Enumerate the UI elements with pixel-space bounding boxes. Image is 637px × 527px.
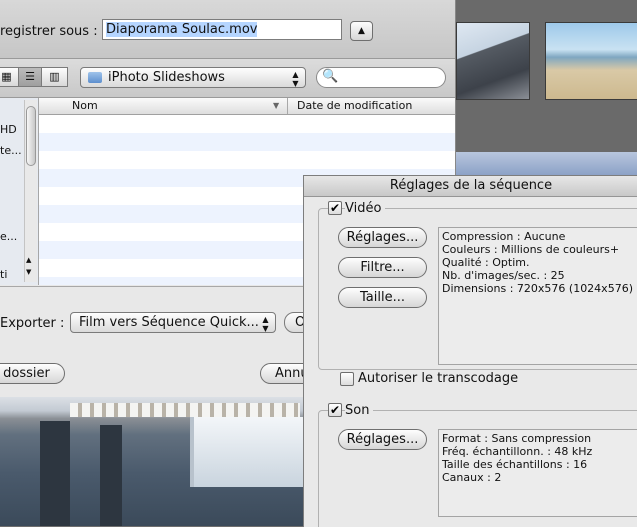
size-button[interactable]: Taille... bbox=[338, 287, 427, 308]
location-label: iPhoto Slideshows bbox=[108, 70, 225, 85]
transcode-checkbox[interactable] bbox=[340, 372, 354, 386]
sidebar-item[interactable]: ti bbox=[0, 268, 7, 281]
search-icon: 🔍 bbox=[322, 69, 339, 84]
column-divider[interactable] bbox=[287, 98, 288, 114]
video-compression-text: Compression : Aucune bbox=[442, 230, 566, 243]
sound-info-box: Format : Sans compression Fréq. échantil… bbox=[438, 429, 637, 517]
photo-pier-shed bbox=[190, 417, 304, 487]
popup-arrows-icon: ▲▼ bbox=[291, 70, 300, 88]
video-colors-text: Couleurs : Millions de couleurs+ bbox=[442, 243, 620, 256]
location-popup[interactable]: iPhoto Slideshows ▲▼ bbox=[80, 67, 306, 88]
column-date-header[interactable]: Date de modification bbox=[297, 98, 412, 114]
video-quality-text: Qualité : Optim. bbox=[442, 256, 530, 269]
sound-sample-size-text: Taille des échantillons : 16 bbox=[442, 458, 588, 471]
sidebar-scrollbar[interactable]: ▲ ▼ bbox=[24, 100, 37, 282]
video-dimensions-text: Dimensions : 720x576 (1024x576) bbox=[442, 282, 633, 295]
window-title: Réglages de la séquence bbox=[304, 176, 637, 197]
save-name-bar: registrer sous : Diaporama Soulac.mov ▲ bbox=[0, 0, 455, 59]
photo-buildings bbox=[70, 403, 300, 417]
sound-label: Son bbox=[345, 403, 374, 418]
icon-view-button[interactable]: ▦ bbox=[0, 67, 18, 87]
list-row bbox=[39, 151, 455, 169]
popup-arrows-icon: ▲▼ bbox=[261, 315, 270, 333]
sidebar-item-disk[interactable]: HD bbox=[0, 123, 17, 136]
new-folder-button[interactable]: dossier bbox=[0, 363, 65, 384]
photo-thumbnail-beach[interactable] bbox=[545, 22, 637, 100]
sound-checkbox[interactable]: ✔ bbox=[328, 403, 342, 417]
scroll-up-icon[interactable]: ▲ bbox=[26, 256, 31, 264]
scroll-down-icon[interactable]: ▼ bbox=[26, 268, 31, 276]
photo-thumbnail-pier[interactable] bbox=[456, 22, 530, 100]
sound-channels-text: Canaux : 2 bbox=[442, 471, 502, 484]
transcode-label: Autoriser le transcodage bbox=[358, 371, 519, 386]
video-info-box: Compression : Aucune Couleurs : Millions… bbox=[438, 227, 637, 365]
search-input[interactable]: 🔍 bbox=[316, 67, 446, 88]
sound-settings-button[interactable]: Réglages... bbox=[338, 429, 427, 450]
sound-format-text: Format : Sans compression bbox=[442, 432, 592, 445]
video-fps-text: Nb. d'images/sec. : 25 bbox=[442, 269, 565, 282]
background-window-strip bbox=[455, 152, 637, 176]
list-view-button[interactable]: ☰ bbox=[18, 67, 42, 87]
sidebar-scroll-thumb[interactable] bbox=[26, 106, 36, 166]
video-checkbox[interactable]: ✔ bbox=[328, 201, 342, 215]
export-format-popup[interactable]: Film vers Séquence Quick... ▲▼ bbox=[70, 312, 276, 333]
video-settings-button[interactable]: Réglages... bbox=[338, 227, 427, 248]
list-row bbox=[39, 115, 455, 133]
browser-toolbar: ▦ ☰ ▥ iPhoto Slideshows ▲▼ 🔍 bbox=[0, 59, 455, 98]
sequence-settings-window: Réglages de la séquence ✔ Vidéo Réglages… bbox=[303, 175, 637, 527]
slideshow-photo-preview bbox=[0, 395, 320, 526]
column-view-button[interactable]: ▥ bbox=[42, 67, 68, 87]
sort-indicator-icon: ▼ bbox=[273, 101, 280, 110]
list-row bbox=[39, 133, 455, 151]
photo-pier-post bbox=[100, 425, 122, 526]
video-label: Vidéo bbox=[345, 201, 386, 216]
sidebar-item[interactable]: e... bbox=[0, 230, 17, 243]
expand-dialog-button[interactable]: ▲ bbox=[350, 21, 373, 41]
export-label: Exporter : bbox=[0, 316, 65, 331]
filter-button[interactable]: Filtre... bbox=[338, 257, 427, 278]
save-as-label: registrer sous : bbox=[0, 24, 98, 39]
sidebar-item[interactable]: te... bbox=[0, 144, 22, 157]
export-format-value: Film vers Séquence Quick... bbox=[79, 315, 259, 330]
folder-icon bbox=[88, 72, 102, 83]
filename-input[interactable]: Diaporama Soulac.mov bbox=[102, 19, 342, 40]
sound-rate-text: Fréq. échantillonn. : 48 kHz bbox=[442, 445, 593, 458]
sidebar: HD te... e... ti ▲ ▼ bbox=[0, 98, 39, 285]
photo-pier-post bbox=[40, 421, 70, 526]
filename-text[interactable]: Diaporama Soulac.mov bbox=[106, 22, 258, 37]
column-name-header[interactable]: Nom bbox=[72, 98, 98, 114]
file-list-header: Nom ▼ Date de modification bbox=[39, 98, 455, 115]
